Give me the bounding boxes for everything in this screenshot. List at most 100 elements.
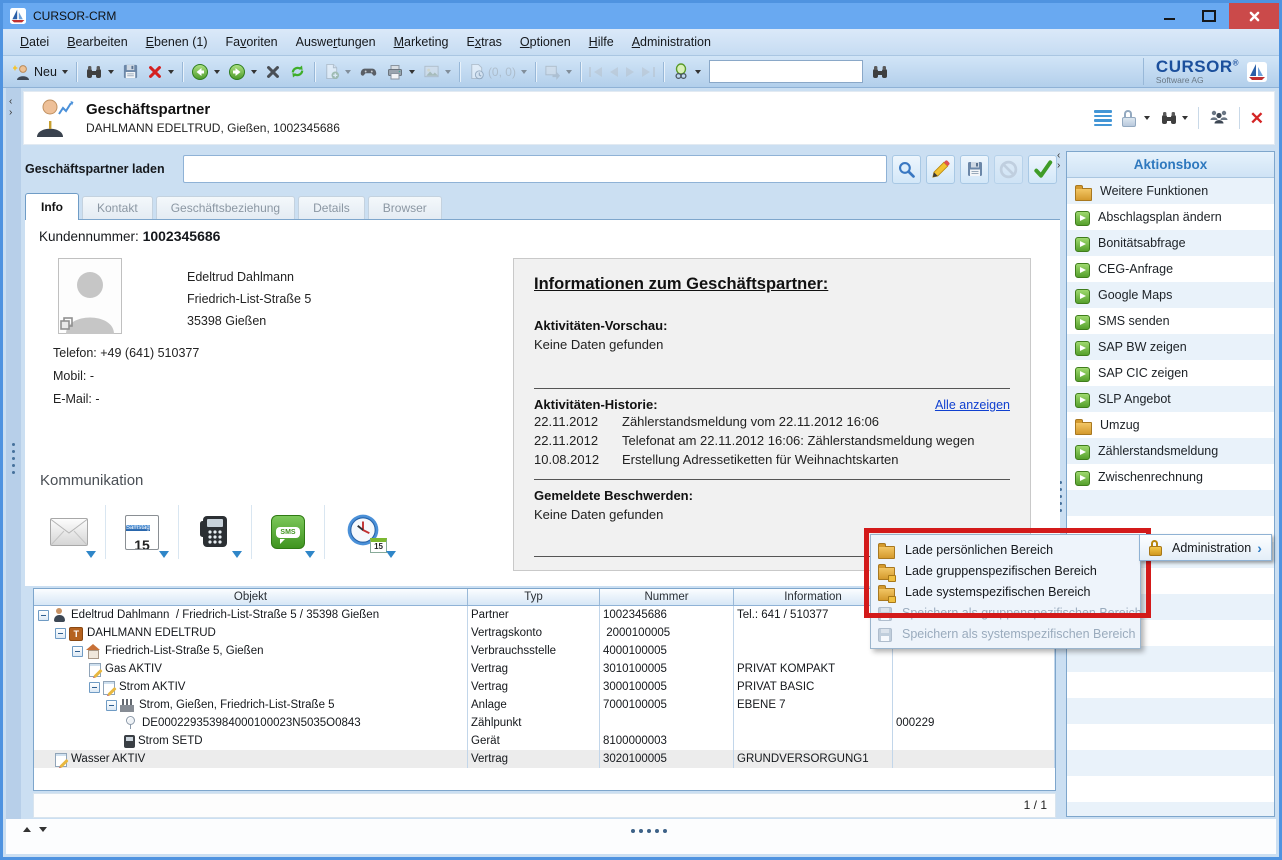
table-row[interactable]: Strom SETD Gerät 8100000003 [34,732,1055,750]
table-row[interactable]: Wasser AKTIV Vertrag 3020100005 GRUNDVER… [34,750,1055,768]
tab[interactable]: Details [298,196,365,220]
menu-hamburger-icon[interactable] [1094,110,1112,126]
confirm-button[interactable] [1028,155,1057,184]
first-record-button[interactable] [586,65,605,79]
lock-button[interactable] [1122,110,1150,126]
context-menu-item[interactable]: Lade persönlichen Bereich [871,539,1140,560]
menu-item[interactable]: Auswertungen [287,31,385,53]
followup-button[interactable]: 15 [332,504,398,560]
table-row[interactable]: DE000229353984000100023N5035O0843 Zählpu… [34,714,1055,732]
menu-item[interactable]: Hilfe [580,31,623,53]
collapse-arrows-icon[interactable]: ‹› [9,96,12,118]
context-menu-item[interactable]: Lade gruppenspezifischen Bereich [871,560,1140,581]
lookup-button[interactable] [892,155,921,184]
column-header-objekt[interactable]: Objekt [34,589,468,605]
delete-button[interactable] [144,62,177,82]
menu-item[interactable]: Favoriten [217,31,287,53]
context-menu-item[interactable]: Lade systemspezifischen Bereich [871,581,1140,602]
refresh-button[interactable] [286,61,309,82]
new-document-button[interactable] [320,61,354,82]
left-collapse-strip[interactable]: ‹› [6,88,21,853]
last-record-button[interactable] [639,65,658,79]
controller-button[interactable] [356,61,381,82]
table-row[interactable]: Strom AKTIV Vertrag 3000100005 PRIVAT BA… [34,678,1055,696]
export-button[interactable] [541,61,575,82]
table-row[interactable]: Strom, Gießen, Friedrich-List-Straße 5 A… [34,696,1055,714]
close-button[interactable] [1229,3,1279,29]
back-button[interactable] [188,61,223,83]
context-menu-item[interactable]: Speichern als systemspezifischen Bereich [871,623,1140,644]
menu-item[interactable]: Datei [11,31,58,53]
aktionsbox-item[interactable]: Bonitätsabfrage [1067,230,1274,256]
save-button[interactable] [119,61,142,82]
menu-item[interactable]: Ebenen (1) [137,31,217,53]
cancel-button[interactable] [262,62,284,82]
aktionsbox-item[interactable]: Weitere Funktionen [1067,178,1274,204]
next-record-button[interactable] [623,65,637,79]
tab[interactable]: Info [25,193,79,220]
tree-collapse-icon[interactable] [106,700,117,711]
preview-button[interactable] [420,61,454,82]
appointment-button[interactable]: Samstag15 [113,504,171,560]
aktionsbox-item[interactable]: Zählerstandsmeldung [1067,438,1274,464]
tab[interactable]: Kontakt [82,196,153,220]
previous-record-button[interactable] [607,65,621,79]
edit-button[interactable] [926,155,955,184]
aktionsbox-item[interactable]: SAP CIC zeigen [1067,360,1274,386]
print-button[interactable] [383,61,418,83]
partner-load-input[interactable] [183,155,887,183]
horizontal-splitter[interactable] [3,825,1279,837]
tree-collapse-icon[interactable] [89,682,100,693]
tree-collapse-icon[interactable] [38,610,49,621]
show-all-link[interactable]: Alle anzeigen [935,398,1010,412]
minimize-button[interactable] [1149,3,1189,29]
records-button[interactable]: (0, 0) [465,61,530,82]
discard-button[interactable] [994,155,1023,184]
collapse-arrows-icon[interactable]: ‹› [1057,151,1060,171]
search-button[interactable] [82,61,117,83]
contact-persons-button[interactable] [1209,107,1229,130]
email-button[interactable] [40,504,98,560]
splitter-down-icon[interactable] [39,827,47,832]
close-entity-button[interactable]: ✕ [1250,110,1264,127]
historie-entry[interactable]: 22.11.2012Zählerstandsmeldung vom 22.11.… [534,412,1010,431]
aktionsbox-item[interactable]: Abschlagsplan ändern [1067,204,1274,230]
column-header-typ[interactable]: Typ [468,589,600,605]
aktionsbox-item[interactable]: Zwischenrechnung [1067,464,1274,490]
menu-item[interactable]: Administration [623,31,720,53]
menu-item[interactable]: Optionen [511,31,580,53]
search-entity-button[interactable] [1160,109,1188,127]
forward-button[interactable] [225,61,260,83]
sms-button[interactable]: SMS [259,504,317,560]
aktionsbox-item[interactable]: CEG-Anfrage [1067,256,1274,282]
aktionsbox-item[interactable]: SMS senden [1067,308,1274,334]
new-button[interactable]: Neu [10,61,71,83]
context-menu-item[interactable]: Speichern als gruppenspezifischen Bereic… [871,602,1140,623]
aktionsbox-item[interactable]: Google Maps [1067,282,1274,308]
historie-entry[interactable]: 10.08.2012Erstellung Adressetiketten für… [534,450,1010,469]
menu-item[interactable]: Extras [457,31,510,53]
administration-button[interactable]: Administration › [1139,534,1272,561]
splitter-handle[interactable] [12,443,15,474]
table-row[interactable]: Gas AKTIV Vertrag 3010100005 PRIVAT KOMP… [34,660,1055,678]
phone-button[interactable] [186,504,244,560]
tab[interactable]: Geschäftsbeziehung [156,196,295,220]
find-button[interactable] [868,61,892,83]
aktionsbox-item[interactable]: SAP BW zeigen [1067,334,1274,360]
maximize-button[interactable] [1189,3,1229,29]
splitter-dots-handle[interactable] [631,829,667,833]
tree-collapse-icon[interactable] [55,628,66,639]
tree-collapse-icon[interactable] [72,646,83,657]
contact-photo-placeholder[interactable] [58,258,122,339]
historie-entry[interactable]: 22.11.2012Telefonat am 22.11.2012 16:06:… [534,431,1010,450]
aktionsbox-item[interactable]: Umzug [1067,412,1274,438]
aktionsbox-item[interactable]: SLP Angebot [1067,386,1274,412]
menu-item[interactable]: Marketing [385,31,458,53]
column-header-nummer[interactable]: Nummer [600,589,734,605]
tab[interactable]: Browser [368,196,442,220]
menu-item[interactable]: Bearbeiten [58,31,136,53]
save-record-button[interactable] [960,155,989,184]
quick-search-input[interactable] [709,60,863,83]
splitter-up-icon[interactable] [23,827,31,832]
person-search-button[interactable] [669,61,704,83]
